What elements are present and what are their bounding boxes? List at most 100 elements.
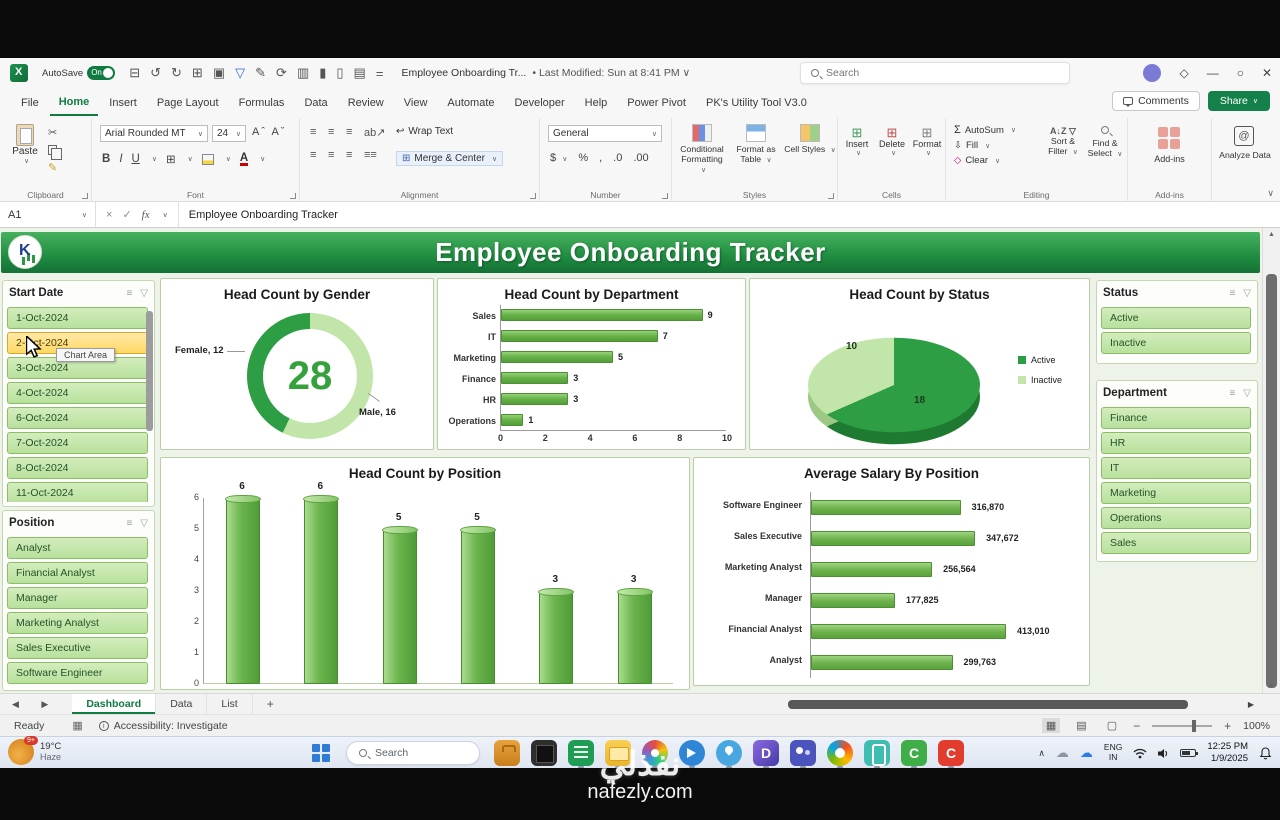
menu-tab-data[interactable]: Data bbox=[295, 91, 336, 115]
dialog-launcher-icon[interactable] bbox=[530, 193, 536, 199]
column-financial-analyst[interactable] bbox=[461, 529, 495, 684]
sheet-nav-arrows[interactable]: ◀ ▶ bbox=[12, 699, 58, 710]
sheet-tab-data[interactable]: Data bbox=[156, 694, 207, 714]
page-layout-view-icon[interactable]: ▤ bbox=[1072, 718, 1090, 733]
clear-filter-icon[interactable]: ▽ bbox=[1243, 288, 1251, 299]
bar-analyst[interactable] bbox=[811, 655, 953, 670]
bar-marketing[interactable] bbox=[501, 351, 613, 363]
bar-sales[interactable] bbox=[501, 309, 703, 321]
addins-label[interactable]: Add-ins bbox=[1128, 154, 1211, 164]
bar-finance[interactable] bbox=[501, 372, 568, 384]
phone-link-icon[interactable] bbox=[864, 740, 890, 766]
dev-app-icon[interactable] bbox=[531, 740, 557, 766]
horizontal-scrollbar[interactable]: ▶ bbox=[788, 700, 1240, 709]
table-icon[interactable]: ▤ bbox=[354, 65, 366, 81]
accessibility-status[interactable]: i Accessibility: Investigate bbox=[99, 720, 228, 732]
taskbar-search[interactable]: Search bbox=[346, 741, 480, 765]
vertical-scrollbar[interactable]: ▲ ▼ bbox=[1262, 228, 1280, 693]
bar-software-engineer[interactable] bbox=[811, 500, 961, 515]
restore-button[interactable]: ○ bbox=[1237, 66, 1244, 80]
scroll-down-icon[interactable]: ▼ bbox=[1268, 683, 1275, 690]
slicer-item-sales[interactable]: Sales bbox=[1101, 532, 1251, 554]
chart-light-icon[interactable]: ▯ bbox=[336, 65, 343, 81]
zoom-in-button[interactable]: + bbox=[1224, 719, 1231, 733]
menu-tab-power-pivot[interactable]: Power Pivot bbox=[618, 91, 695, 115]
slicer-item-6-oct-2024[interactable]: 6-Oct-2024 bbox=[7, 407, 148, 429]
scroll-up-icon[interactable]: ▲ bbox=[1268, 231, 1275, 238]
paste-button[interactable]: Paste∨ bbox=[8, 124, 42, 165]
font-color-button[interactable]: A bbox=[240, 153, 248, 166]
battery-icon[interactable] bbox=[1180, 749, 1196, 757]
menu-tab-insert[interactable]: Insert bbox=[100, 91, 146, 115]
dialog-launcher-icon[interactable] bbox=[662, 193, 668, 199]
borders-button[interactable]: ⊞ bbox=[166, 152, 176, 166]
formula-content[interactable]: Employee Onboarding Tracker bbox=[179, 209, 338, 221]
slicer-item-4-oct-2024[interactable]: 4-Oct-2024 bbox=[7, 382, 148, 404]
notification-bell-icon[interactable] bbox=[1259, 747, 1272, 760]
ribbon-collapse-icon[interactable]: ∨ bbox=[1267, 188, 1274, 199]
delete-cells-button[interactable]: ⊞Delete∨ bbox=[875, 126, 909, 157]
enter-icon[interactable]: ✓ bbox=[122, 208, 131, 221]
slicer-item-hr[interactable]: HR bbox=[1101, 432, 1251, 454]
photos-icon[interactable] bbox=[642, 740, 668, 766]
clear-filter-icon[interactable]: ▽ bbox=[1243, 388, 1251, 399]
bar-hr[interactable] bbox=[501, 393, 568, 405]
draw-icon[interactable]: ✎ bbox=[255, 65, 266, 81]
onedrive-sync-icon[interactable]: ☁ bbox=[1080, 745, 1093, 761]
find-select-button[interactable]: Find & Select ∨ bbox=[1084, 126, 1126, 159]
new-sheet-button[interactable]: + bbox=[267, 697, 274, 711]
share-button[interactable]: Share∨ bbox=[1208, 91, 1270, 111]
dialog-launcher-icon[interactable] bbox=[828, 193, 834, 199]
autosave-toggle[interactable]: AutoSave On bbox=[42, 66, 115, 80]
menu-tab-developer[interactable]: Developer bbox=[506, 91, 574, 115]
undo-icon[interactable]: ↺ bbox=[150, 65, 161, 81]
redo-icon[interactable]: ↻ bbox=[171, 65, 182, 81]
column-manager[interactable] bbox=[618, 591, 652, 684]
zoom-slider-thumb[interactable] bbox=[1192, 720, 1196, 732]
clear-button[interactable]: ◇Clear∨ bbox=[954, 155, 1016, 166]
dialog-launcher-icon[interactable] bbox=[82, 193, 88, 199]
slicer-item-marketing-analyst[interactable]: Marketing Analyst bbox=[7, 612, 148, 634]
file-explorer-icon[interactable] bbox=[605, 740, 631, 766]
wrap-text-button[interactable]: ↩Wrap Text bbox=[396, 126, 453, 137]
multiselect-icon[interactable]: ≡ bbox=[126, 288, 132, 299]
sort-filter-button[interactable]: A↓Z ▽Sort & Filter ∨ bbox=[1042, 126, 1084, 157]
align-top-icon[interactable]: ≡ bbox=[310, 126, 328, 139]
scrollbar-thumb[interactable] bbox=[1266, 274, 1277, 688]
menu-tab-help[interactable]: Help bbox=[576, 91, 617, 115]
split-panes-icon[interactable]: ▥ bbox=[297, 65, 309, 81]
onedrive-icon[interactable]: ☁ bbox=[1056, 745, 1069, 761]
code-green-icon[interactable]: C bbox=[901, 740, 927, 766]
clear-filter-icon[interactable]: ▽ bbox=[140, 288, 148, 299]
chart-average-salary-by-position[interactable]: Average Salary By Position Software Engi… bbox=[693, 457, 1090, 686]
borders-icon[interactable]: ⊞ bbox=[192, 65, 203, 81]
slicer-item-manager[interactable]: Manager bbox=[7, 587, 148, 609]
briefcase-icon[interactable] bbox=[494, 740, 520, 766]
clock[interactable]: 12:25 PM1/9/2025 bbox=[1207, 741, 1248, 765]
merge-center-button[interactable]: ⊞Merge & Center∨ bbox=[396, 151, 503, 166]
chart-head-count-by-gender[interactable]: Head Count by Gender 28 Female, 12 Male,… bbox=[160, 278, 434, 450]
menu-tab-file[interactable]: File bbox=[12, 91, 48, 115]
conditional-formatting-button[interactable]: Conditional Formatting ∨ bbox=[676, 124, 728, 175]
slicer-item-1-oct-2024[interactable]: 1-Oct-2024 bbox=[7, 307, 148, 329]
cancel-icon[interactable]: × bbox=[106, 209, 112, 221]
column-sales-executive[interactable] bbox=[383, 529, 417, 684]
underline-button[interactable]: U bbox=[132, 153, 140, 165]
decimal-decrease-icon[interactable]: .00 bbox=[633, 152, 648, 164]
bar-it[interactable] bbox=[501, 330, 658, 342]
zoom-level[interactable]: 100% bbox=[1243, 720, 1270, 732]
currency-button[interactable]: $ ∨ bbox=[550, 152, 567, 164]
scroll-right-icon[interactable]: ▶ bbox=[1248, 700, 1254, 709]
loop-icon[interactable]: D bbox=[753, 740, 779, 766]
save-icon[interactable]: ⊟ bbox=[129, 65, 140, 81]
slicer-item-active[interactable]: Active bbox=[1101, 307, 1251, 329]
refresh-icon[interactable]: ⟳ bbox=[276, 65, 287, 81]
copy-icon[interactable] bbox=[48, 145, 57, 155]
multiselect-icon[interactable]: ≡ bbox=[1229, 288, 1235, 299]
normal-view-icon[interactable]: ▦ bbox=[1042, 718, 1060, 733]
feedback-icon[interactable] bbox=[679, 740, 705, 766]
weather-widget[interactable]: 9+ 19°CHaze bbox=[8, 739, 61, 765]
bar-manager[interactable] bbox=[811, 593, 895, 608]
zoom-out-button[interactable]: − bbox=[1133, 719, 1140, 733]
column-analyst[interactable] bbox=[539, 591, 573, 684]
